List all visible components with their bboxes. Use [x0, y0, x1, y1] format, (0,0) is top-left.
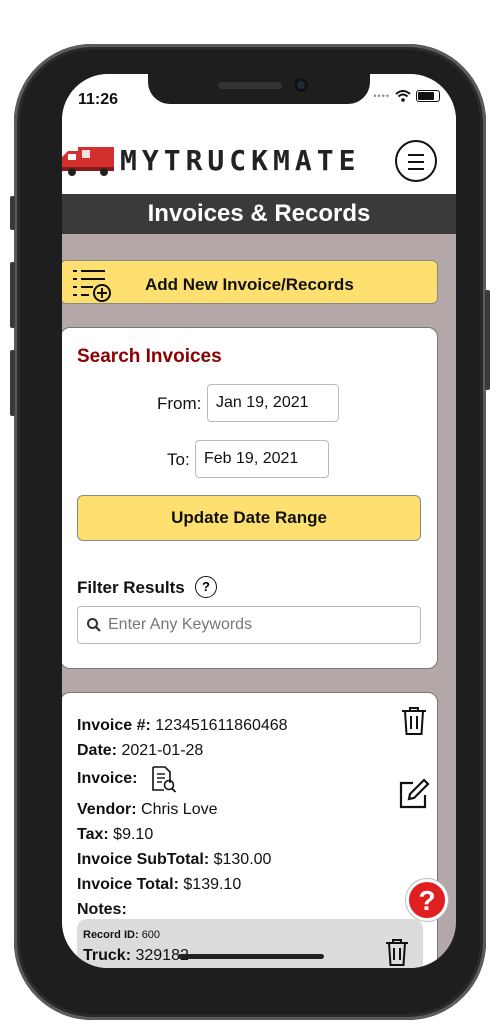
delete-invoice-trash-icon[interactable]: [399, 705, 429, 737]
camera: [294, 78, 308, 92]
record-id-row: Record ID: 600: [83, 929, 160, 941]
update-date-range-button[interactable]: Update Date Range: [77, 495, 421, 541]
invoice-notes-row: Notes:: [77, 901, 127, 919]
help-button[interactable]: ?: [406, 879, 448, 921]
invoice-file-label: Invoice:: [77, 770, 138, 787]
filter-results-label: Filter Results: [77, 578, 185, 597]
brand-name: MYTRUCKMATE: [120, 144, 361, 177]
menu-line: [408, 168, 424, 170]
app-header: MYTRUCKMATE: [62, 124, 456, 194]
keyword-search-input[interactable]: Enter Any Keywords: [77, 606, 421, 644]
record-summary: Record ID: 600 Truck: 329182: [77, 919, 423, 968]
screen: 11:26 •••• MYTRUCKMATE Invoices & Record…: [62, 74, 456, 968]
to-label: To:: [167, 450, 190, 469]
search-icon: [87, 618, 101, 632]
record-truck-row: Truck: 329182: [83, 947, 189, 965]
status-bar: 11:26 ••••: [62, 74, 456, 124]
status-time: 11:26: [78, 91, 119, 108]
keyword-search-placeholder: Enter Any Keywords: [108, 616, 253, 633]
invoice-total-row: Invoice Total: $139.10: [77, 876, 241, 894]
search-card: Search Invoices From: Jan 19, 2021 To: F…: [62, 327, 438, 669]
invoice-number-label: Invoice #:: [77, 717, 151, 734]
view-document-icon[interactable]: [151, 765, 177, 793]
battery-icon: [416, 90, 440, 102]
signal-icon: ••••: [373, 91, 390, 101]
record-truck-label: Truck:: [83, 947, 132, 964]
menu-line: [408, 154, 424, 156]
delete-record-trash-icon[interactable]: [383, 937, 411, 967]
invoice-total-label: Invoice Total:: [77, 876, 179, 893]
invoice-file-row: Invoice:: [77, 770, 137, 788]
search-title: Search Invoices: [77, 346, 222, 367]
phone-power-button: [485, 290, 490, 390]
invoice-vendor-row: Vendor: Chris Love: [77, 801, 218, 819]
add-list-icon: [73, 270, 111, 302]
add-invoice-button[interactable]: Add New Invoice/Records: [62, 260, 438, 304]
page-title: Invoices & Records: [62, 194, 456, 234]
invoice-tax-label: Tax:: [77, 826, 109, 843]
invoice-date-value: 2021-01-28: [121, 742, 204, 759]
invoice-number-value: 123451611860468: [155, 717, 288, 734]
from-date-input[interactable]: Jan 19, 2021: [207, 384, 339, 422]
truck-logo-icon: [62, 147, 114, 176]
home-indicator: [178, 954, 324, 959]
invoice-tax-row: Tax: $9.10: [77, 826, 153, 844]
menu-button[interactable]: [395, 140, 437, 182]
phone-volume-up: [10, 262, 15, 328]
filter-help-icon[interactable]: ?: [195, 576, 217, 598]
phone-volume-down: [10, 350, 15, 416]
edit-invoice-icon[interactable]: [397, 777, 431, 811]
invoice-card: Invoice #: 123451611860468 Date: 2021-01…: [62, 692, 438, 968]
invoice-vendor-value: Chris Love: [141, 801, 218, 818]
add-invoice-label: Add New Invoice/Records: [145, 275, 354, 294]
invoice-vendor-label: Vendor:: [77, 801, 137, 818]
from-label: From:: [157, 394, 202, 413]
wifi-icon: [395, 90, 411, 102]
to-date-input[interactable]: Feb 19, 2021: [195, 440, 329, 478]
record-id-value: 600: [141, 929, 161, 941]
notch: [148, 74, 370, 104]
invoice-subtotal-label: Invoice SubTotal:: [77, 851, 210, 868]
invoice-notes-label: Notes:: [77, 901, 127, 918]
menu-line: [408, 161, 424, 163]
invoice-date-label: Date:: [77, 742, 118, 759]
invoice-total-value: $139.10: [183, 876, 242, 893]
phone-side-button: [10, 196, 15, 230]
invoice-tax-value: $9.10: [113, 826, 154, 843]
invoice-date-row: Date: 2021-01-28: [77, 742, 203, 760]
invoice-subtotal-row: Invoice SubTotal: $130.00: [77, 851, 271, 869]
status-icons: ••••: [373, 90, 440, 102]
speaker: [218, 82, 282, 89]
record-id-label: Record ID:: [83, 929, 139, 941]
invoice-subtotal-value: $130.00: [213, 851, 272, 868]
invoice-number-row: Invoice #: 123451611860468: [77, 717, 288, 735]
